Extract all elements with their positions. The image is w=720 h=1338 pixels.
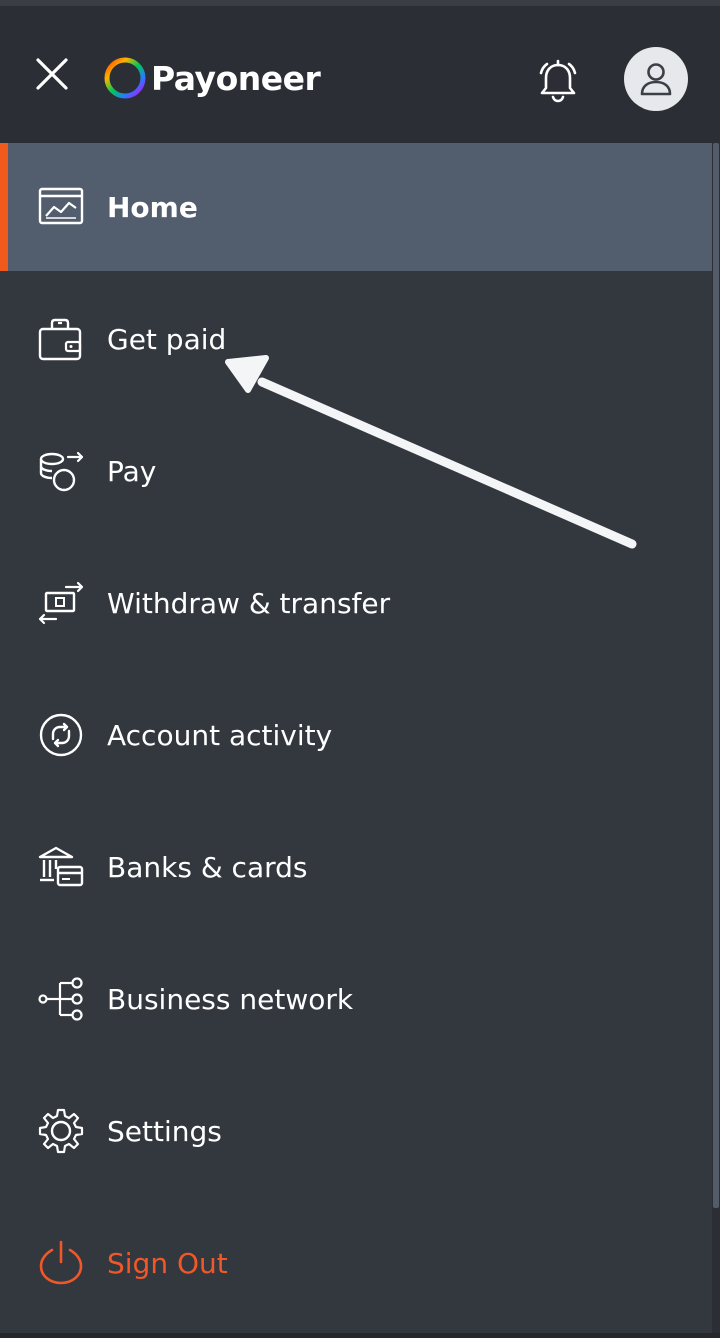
nav-menu: Home Get paid Pay Withdraw & transfer Ac…	[0, 143, 712, 1333]
menu-item-label: Get paid	[107, 322, 227, 356]
wallet-icon	[38, 316, 84, 362]
menu-item-settings[interactable]: Settings	[0, 1067, 712, 1195]
menu-item-label: Business network	[107, 982, 354, 1016]
menu-item-account-activity[interactable]: Account activity	[0, 671, 712, 799]
menu-item-withdraw-transfer[interactable]: Withdraw & transfer	[0, 539, 712, 667]
menu-item-label: Account activity	[107, 718, 333, 752]
menu-scrollbar[interactable]	[712, 143, 720, 1333]
menu-item-business-network[interactable]: Business network	[0, 935, 712, 1063]
bank-card-icon	[38, 844, 84, 890]
menu-item-label: Banks & cards	[107, 850, 308, 884]
scrollbar-thumb[interactable]	[713, 143, 719, 1208]
menu-item-pay[interactable]: Pay	[0, 407, 712, 535]
coins-transfer-icon	[38, 448, 84, 494]
menu-item-get-paid[interactable]: Get paid	[0, 275, 712, 403]
menu-item-label: Pay	[107, 454, 157, 488]
bottom-strip	[0, 1333, 720, 1338]
menu-item-label: Sign Out	[107, 1246, 228, 1280]
notifications-button[interactable]	[528, 52, 588, 112]
circular-arrows-icon	[38, 712, 84, 758]
avatar-button[interactable]	[624, 47, 688, 111]
user-icon	[640, 63, 672, 96]
menu-item-home[interactable]: Home	[0, 143, 712, 271]
app-header: Payoneer	[0, 16, 720, 143]
menu-item-label: Settings	[107, 1114, 222, 1148]
menu-item-banks-cards[interactable]: Banks & cards	[0, 803, 712, 931]
menu-item-label: Withdraw & transfer	[107, 586, 391, 620]
close-menu-button[interactable]	[24, 46, 80, 102]
network-nodes-icon	[38, 976, 84, 1022]
power-icon	[38, 1240, 84, 1286]
logo-text: Payoneer	[151, 58, 321, 98]
gear-icon	[38, 1108, 84, 1154]
payoneer-logo[interactable]: Payoneer	[102, 54, 321, 102]
menu-item-label: Home	[107, 190, 198, 224]
banknote-transfer-icon	[38, 580, 84, 626]
bell-icon	[539, 59, 577, 103]
chart-window-icon	[38, 184, 84, 230]
top-strip	[0, 0, 720, 16]
close-icon	[36, 58, 68, 90]
logo-ring-icon	[104, 57, 146, 99]
menu-item-sign-out[interactable]: Sign Out	[0, 1199, 712, 1327]
